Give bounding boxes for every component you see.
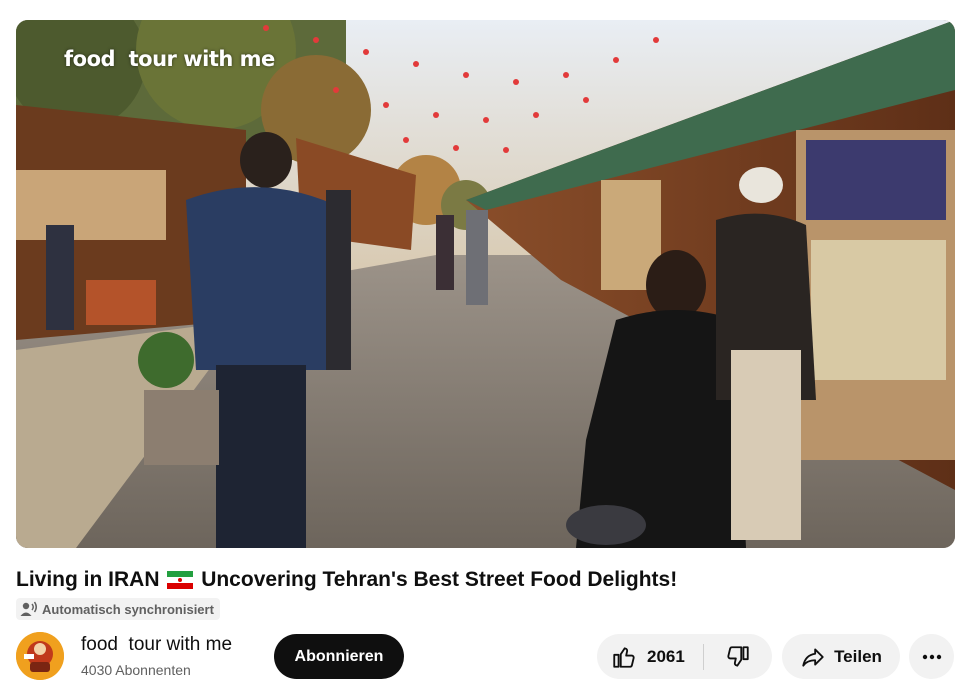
more-options-icon <box>922 654 941 659</box>
subscribe-button[interactable]: Abonnieren <box>274 634 404 679</box>
video-title: Living in IRAN Uncovering Tehran's Best … <box>16 566 946 594</box>
subscriber-count: 4030 Abonnenten <box>81 662 191 678</box>
iran-flag-icon <box>167 571 194 589</box>
person-old-man <box>716 167 816 540</box>
share-arrow-icon <box>802 647 824 667</box>
video-watermark: food tour with me <box>64 47 275 71</box>
thumbs-up-icon <box>613 646 635 668</box>
video-title-part-1: Living in IRAN <box>16 568 160 591</box>
share-label: Teilen <box>834 646 882 666</box>
dislike-button[interactable] <box>704 634 772 679</box>
video-frame <box>16 20 955 548</box>
like-button[interactable]: 2061 <box>597 634 703 679</box>
thumbs-down-icon <box>727 645 749 667</box>
video-player[interactable]: food tour with me <box>16 20 955 548</box>
auto-sync-badge[interactable]: Automatisch synchronisiert <box>16 598 220 620</box>
voice-sync-icon <box>20 601 37 616</box>
share-button[interactable]: Teilen <box>782 634 900 679</box>
channel-logo <box>16 632 64 680</box>
channel-name[interactable]: food tour with me <box>81 634 232 656</box>
like-dislike-group: 2061 <box>597 634 772 679</box>
video-title-part-2: Uncovering Tehran's Best Street Food Del… <box>201 568 678 591</box>
channel-avatar[interactable] <box>16 632 64 680</box>
auto-sync-label: Automatisch synchronisiert <box>42 601 214 617</box>
like-count: 2061 <box>647 646 685 666</box>
more-options-button[interactable] <box>909 634 954 679</box>
